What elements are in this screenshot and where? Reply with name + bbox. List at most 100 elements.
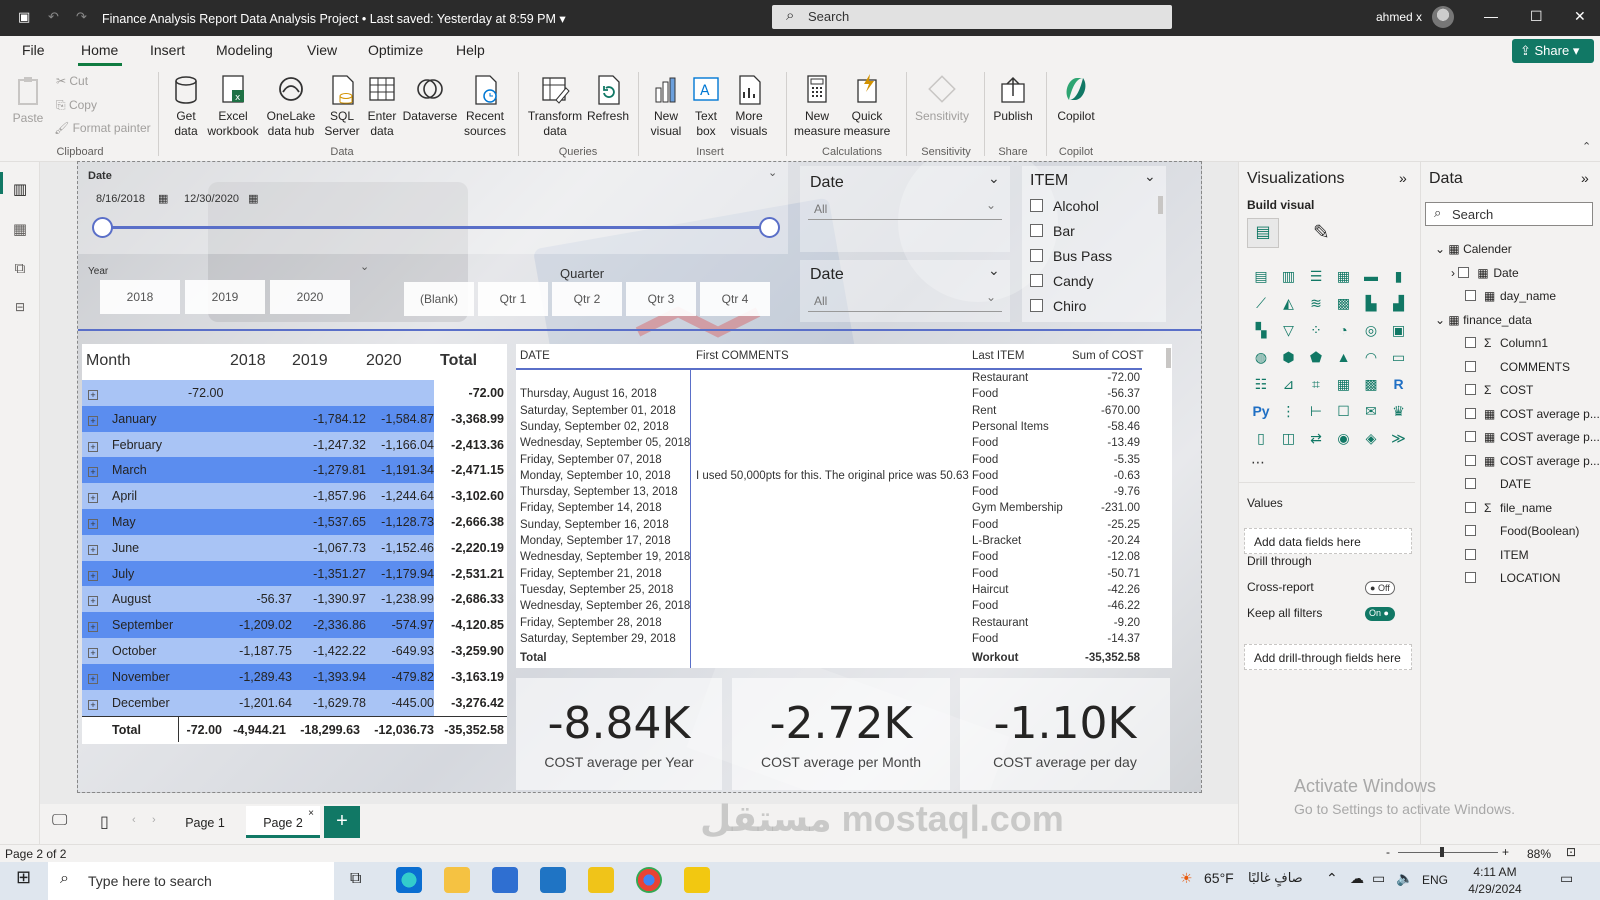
user-name[interactable]: ahmed x <box>1376 10 1422 24</box>
stacked-area-chart-icon[interactable]: ≋ <box>1306 293 1326 313</box>
undo-icon[interactable]: ↶ <box>48 9 59 25</box>
scroll-left-icon[interactable]: ‹ <box>132 814 136 826</box>
chevron-down-icon[interactable]: ⌄ <box>988 262 1000 279</box>
item-option[interactable]: Chiro <box>1030 298 1086 314</box>
table-row[interactable]: Restaurant -72.00 <box>516 372 1166 388</box>
table-row[interactable]: Wednesday, September 19, 2018 Food -12.08 <box>516 551 1166 567</box>
quarter-option-q1[interactable]: Qtr 1 <box>478 282 548 316</box>
sensitivity-button[interactable]: Sensitivity <box>914 74 970 124</box>
expand-icon[interactable]: + <box>88 596 98 607</box>
dataverse-button[interactable]: Dataverse <box>402 74 458 124</box>
more-options-icon[interactable]: ⋯ <box>1251 454 1265 471</box>
table-row[interactable]: Wednesday, September 05, 2018 Food -13.49 <box>516 437 1166 453</box>
slicer-visual-icon[interactable]: ⌗ <box>1306 374 1326 394</box>
page-tab-2[interactable]: Page 2 × <box>246 806 320 838</box>
item-option[interactable]: Bar <box>1030 223 1075 239</box>
new-visual-button[interactable]: New visual <box>646 74 686 139</box>
checkbox[interactable] <box>1465 478 1476 489</box>
table-visual-icon[interactable]: ▦ <box>1334 374 1354 394</box>
checkbox[interactable] <box>1465 384 1476 395</box>
drill-through-drop-zone[interactable]: Add drill-through fields here <box>1244 644 1412 670</box>
100-column-chart-icon[interactable]: ▮ <box>1389 266 1409 286</box>
expand-icon[interactable]: + <box>88 570 98 581</box>
kpi-card-year[interactable]: -8.84K COST average per Year <box>516 678 722 790</box>
desktop-layout-icon[interactable]: 🖵 <box>52 812 67 830</box>
save-icon[interactable]: ▣ <box>18 9 30 25</box>
refresh-button[interactable]: Refresh <box>586 74 630 124</box>
field-item[interactable]: › ▦ Date <box>1451 266 1519 280</box>
language-indicator[interactable]: ENG <box>1422 873 1448 887</box>
quarter-option-q2[interactable]: Qtr 2 <box>552 282 622 316</box>
get-data-button[interactable]: Get data <box>166 74 206 139</box>
table-row[interactable]: Friday, September 14, 2018 Gym Membership… <box>516 502 1166 518</box>
quarter-option-q4[interactable]: Qtr 4 <box>700 282 770 316</box>
donut-chart-icon[interactable]: ◎ <box>1361 320 1381 340</box>
field-item[interactable]: Food(Boolean) <box>1465 524 1579 538</box>
quick-measure-button[interactable]: Quick measure <box>842 74 892 139</box>
text-box-button[interactable]: A Text box <box>688 74 724 139</box>
goals-visual-icon[interactable]: ♛ <box>1389 401 1409 421</box>
narrative-visual-icon[interactable]: ✉ <box>1361 401 1381 421</box>
end-date-input[interactable]: 12/30/2020 ▦ <box>184 192 259 205</box>
tray-chevron-icon[interactable]: ⌃ <box>1326 870 1338 887</box>
checkbox[interactable] <box>1465 431 1476 442</box>
table-row[interactable]: Sunday, September 16, 2018 Food -25.25 <box>516 519 1166 535</box>
menu-view[interactable]: View <box>307 42 337 58</box>
taskbar-search-box[interactable]: ⌕ Type here to search <box>48 862 334 900</box>
new-measure-button[interactable]: New measure <box>794 74 841 139</box>
field-item[interactable]: ▦ day_name <box>1465 289 1556 303</box>
network-icon[interactable]: ▭ <box>1372 870 1385 887</box>
date-slider-end-handle[interactable] <box>759 217 780 238</box>
power-automate-visual-icon[interactable]: ⇄ <box>1306 428 1326 448</box>
table-row[interactable]: Monday, September 17, 2018 L-Bracket -20.2… <box>516 535 1166 551</box>
chevron-down-icon[interactable]: ⌄ <box>1144 168 1156 185</box>
scroll-right-icon[interactable]: › <box>152 814 156 826</box>
zoom-out-icon[interactable]: - <box>1386 845 1390 859</box>
decomposition-tree-visual-icon[interactable]: ⊢ <box>1306 401 1326 421</box>
table-row[interactable]: Saturday, September 29, 2018 Food -14.37 <box>516 633 1166 649</box>
copy-button[interactable]: ⎘ Copy <box>56 98 97 113</box>
maximize-icon[interactable]: ☐ <box>1530 8 1543 25</box>
menu-help[interactable]: Help <box>456 42 485 58</box>
menu-file[interactable]: File <box>22 42 45 58</box>
checkbox[interactable] <box>1458 266 1470 278</box>
publish-button[interactable]: Publish <box>990 74 1036 124</box>
add-page-button[interactable]: + <box>324 806 360 838</box>
stacked-bar-chart-icon[interactable]: ▤ <box>1251 266 1271 286</box>
copilot-button[interactable]: Copilot <box>1052 74 1100 124</box>
data-search-input[interactable]: ⌕ Search <box>1425 202 1593 226</box>
collapse-pane-icon[interactable]: » <box>1581 170 1589 186</box>
file-explorer-icon[interactable] <box>444 867 470 893</box>
azure-map-chart-icon[interactable]: ▲ <box>1334 347 1354 367</box>
chevron-down-icon[interactable]: ⌄ <box>768 166 777 179</box>
clock-time[interactable]: 4:11 AM <box>1470 865 1520 879</box>
area-chart-icon[interactable]: ◭ <box>1279 293 1299 313</box>
table-row[interactable]: Sunday, September 02, 2018 Personal Items… <box>516 421 1166 437</box>
kpi-card-day[interactable]: -1.10K COST average per day <box>960 678 1170 790</box>
more-visuals-button[interactable]: More visuals <box>726 74 772 139</box>
enter-data-button[interactable]: Enter data <box>364 74 400 139</box>
line-column-chart-icon[interactable]: ▙ <box>1361 293 1381 313</box>
table-row[interactable]: Saturday, September 01, 2018 Rent -670.00 <box>516 405 1166 421</box>
search-input[interactable]: ⌕ Search <box>772 5 1172 29</box>
scrollbar[interactable] <box>1158 196 1163 214</box>
item-option[interactable]: Bus Pass <box>1030 248 1112 264</box>
cloud-icon[interactable]: ☁ <box>1350 870 1364 887</box>
qa-visual-icon[interactable]: ☐ <box>1334 401 1354 421</box>
checkbox[interactable] <box>1465 337 1476 348</box>
build-visual-icon[interactable]: ▤ <box>1247 218 1279 248</box>
paginated-report-visual-icon[interactable]: ▯ <box>1251 428 1271 448</box>
chevron-down-icon[interactable]: ⌄ <box>360 260 369 273</box>
matrix-header-total[interactable]: Total <box>440 352 477 370</box>
pie-chart-icon[interactable]: ◔ <box>1334 320 1354 340</box>
diamond-visual-icon[interactable]: ◈ <box>1361 428 1381 448</box>
expand-icon[interactable]: + <box>88 415 98 426</box>
expand-icon[interactable]: + <box>88 467 98 478</box>
mobile-layout-icon[interactable]: ▯ <box>100 812 109 832</box>
table-row[interactable]: Thursday, September 13, 2018 Food -9.76 <box>516 486 1166 502</box>
collapse-ribbon-icon[interactable]: ⌃ <box>1582 140 1591 153</box>
table-header-item[interactable]: Last ITEM <box>972 350 1024 362</box>
date-slider-start-handle[interactable] <box>92 217 113 238</box>
menu-optimize[interactable]: Optimize <box>368 42 423 58</box>
matrix-header-2019[interactable]: 2019 <box>292 352 328 370</box>
